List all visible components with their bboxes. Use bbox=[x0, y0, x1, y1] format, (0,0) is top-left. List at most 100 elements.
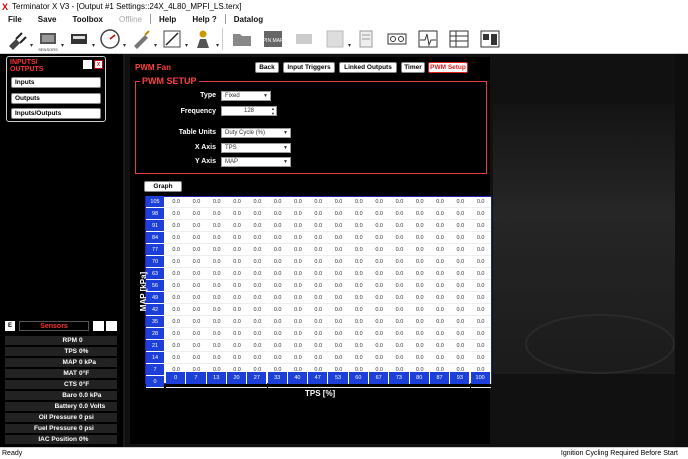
table-cell[interactable]: 0.0 bbox=[409, 268, 430, 280]
table-cell[interactable]: 0.0 bbox=[470, 196, 491, 208]
x-axis-cell[interactable]: 0 bbox=[166, 372, 187, 384]
table-cell[interactable]: 0.0 bbox=[450, 196, 471, 208]
table-cell[interactable]: 0.0 bbox=[247, 304, 268, 316]
table-cell[interactable]: 0.0 bbox=[409, 328, 430, 340]
table-cell[interactable]: 0.0 bbox=[328, 232, 349, 244]
table-cell[interactable]: 0.0 bbox=[186, 256, 207, 268]
table-cell[interactable]: 0.0 bbox=[287, 208, 309, 220]
table-cell[interactable]: 0.0 bbox=[450, 352, 471, 364]
table-cell[interactable]: 0.0 bbox=[267, 208, 288, 220]
table-cell[interactable]: 0.0 bbox=[450, 244, 471, 256]
table-cell[interactable]: 0.0 bbox=[348, 340, 369, 352]
toolbar-blank-button[interactable]: ▾ bbox=[321, 27, 351, 51]
table-cell[interactable]: 0.0 bbox=[308, 196, 329, 208]
table-cell[interactable]: 0.0 bbox=[429, 244, 451, 256]
table-cell[interactable]: 0.0 bbox=[470, 220, 491, 232]
table-units-select[interactable]: Duty Cycle (%) ▼ bbox=[221, 128, 291, 138]
table-cell[interactable]: 0.0 bbox=[267, 340, 288, 352]
table-cell[interactable]: 0.0 bbox=[409, 292, 430, 304]
table-cell[interactable]: 0.0 bbox=[267, 316, 288, 328]
right-scroll-area[interactable] bbox=[675, 54, 688, 447]
table-cell[interactable]: 0.0 bbox=[470, 292, 491, 304]
table-cell[interactable]: 0.0 bbox=[166, 220, 187, 232]
y-axis-cell[interactable]: 49 bbox=[146, 292, 164, 304]
table-cell[interactable]: 0.0 bbox=[226, 232, 248, 244]
table-cell[interactable]: 0.0 bbox=[267, 244, 288, 256]
table-cell[interactable]: 0.0 bbox=[348, 256, 369, 268]
table-cell[interactable]: 0.0 bbox=[369, 328, 390, 340]
table-cell[interactable]: 0.0 bbox=[287, 268, 309, 280]
table-cell[interactable]: 0.0 bbox=[328, 292, 349, 304]
table-cell[interactable]: 0.0 bbox=[450, 268, 471, 280]
menu-help[interactable]: Help bbox=[151, 15, 184, 24]
table-cell[interactable]: 0.0 bbox=[389, 256, 410, 268]
table-cell[interactable]: 0.0 bbox=[369, 244, 390, 256]
table-cell[interactable]: 0.0 bbox=[186, 244, 207, 256]
table-cell[interactable]: 0.0 bbox=[166, 352, 187, 364]
table-cell[interactable]: 0.0 bbox=[328, 208, 349, 220]
toolbar-driver-button[interactable]: ▾ bbox=[189, 27, 219, 51]
outputs-button[interactable]: Outputs bbox=[11, 93, 101, 104]
table-cell[interactable]: 0.0 bbox=[348, 352, 369, 364]
x-axis-cell[interactable]: 87 bbox=[429, 372, 451, 384]
table-cell[interactable]: 0.0 bbox=[186, 208, 207, 220]
table-cell[interactable]: 0.0 bbox=[206, 232, 227, 244]
table-cell[interactable]: 0.0 bbox=[450, 304, 471, 316]
table-cell[interactable]: 0.0 bbox=[267, 256, 288, 268]
table-cell[interactable]: 0.0 bbox=[226, 256, 248, 268]
table-cell[interactable]: 0.0 bbox=[287, 244, 309, 256]
table-cell[interactable]: 0.0 bbox=[389, 280, 410, 292]
table-cell[interactable]: 0.0 bbox=[470, 256, 491, 268]
table-cell[interactable]: 0.0 bbox=[226, 244, 248, 256]
table-cell[interactable]: 0.0 bbox=[166, 244, 187, 256]
table-cell[interactable]: 0.0 bbox=[206, 328, 227, 340]
y-axis-cell[interactable]: 0 bbox=[146, 376, 164, 388]
table-cell[interactable]: 0.0 bbox=[409, 352, 430, 364]
table-cell[interactable]: 0.0 bbox=[226, 268, 248, 280]
table-cell[interactable]: 0.0 bbox=[247, 244, 268, 256]
table-cell[interactable]: 0.0 bbox=[287, 232, 309, 244]
table-cell[interactable]: 0.0 bbox=[267, 232, 288, 244]
x-axis-cell[interactable]: 33 bbox=[267, 372, 288, 384]
table-cell[interactable]: 0.0 bbox=[206, 268, 227, 280]
table-cell[interactable]: 0.0 bbox=[429, 292, 451, 304]
toolbar-notes-button[interactable] bbox=[352, 27, 380, 51]
table-cell[interactable]: 0.0 bbox=[186, 196, 207, 208]
table-cell[interactable]: 0.0 bbox=[429, 232, 451, 244]
table-cell[interactable]: 0.0 bbox=[166, 292, 187, 304]
table-cell[interactable]: 0.0 bbox=[308, 244, 329, 256]
table-cell[interactable]: 0.0 bbox=[429, 280, 451, 292]
table-cell[interactable]: 0.0 bbox=[450, 316, 471, 328]
table-cell[interactable]: 0.0 bbox=[470, 340, 491, 352]
table-cell[interactable]: 0.0 bbox=[186, 316, 207, 328]
y-axis-select[interactable]: MAP ▼ bbox=[221, 157, 291, 167]
table-cell[interactable]: 0.0 bbox=[348, 316, 369, 328]
table-cell[interactable]: 0.0 bbox=[308, 304, 329, 316]
table-cell[interactable]: 0.0 bbox=[348, 196, 369, 208]
table-cell[interactable]: 0.0 bbox=[348, 292, 369, 304]
table-cell[interactable]: 0.0 bbox=[287, 304, 309, 316]
table-cell[interactable]: 0.0 bbox=[348, 220, 369, 232]
x-axis-cell[interactable]: 60 bbox=[348, 372, 369, 384]
table-cell[interactable]: 0.0 bbox=[470, 304, 491, 316]
x-axis-cell[interactable]: 40 bbox=[287, 372, 309, 384]
y-axis-cell[interactable]: 28 bbox=[146, 328, 164, 340]
table-cell[interactable]: 0.0 bbox=[369, 268, 390, 280]
table-cell[interactable]: 0.0 bbox=[166, 304, 187, 316]
y-axis-cell[interactable]: 7 bbox=[146, 364, 164, 376]
frequency-stepper[interactable]: 128 ▲ ▼ bbox=[221, 106, 277, 116]
table-cell[interactable]: 0.0 bbox=[287, 280, 309, 292]
table-cell[interactable]: 0.0 bbox=[409, 280, 430, 292]
table-cell[interactable]: 0.0 bbox=[429, 208, 451, 220]
table-cell[interactable]: 0.0 bbox=[166, 208, 187, 220]
table-cell[interactable]: 0.0 bbox=[186, 268, 207, 280]
table-cell[interactable]: 0.0 bbox=[226, 220, 248, 232]
table-cell[interactable]: 0.0 bbox=[247, 340, 268, 352]
table-cell[interactable]: 0.0 bbox=[287, 328, 309, 340]
table-cell[interactable]: 0.0 bbox=[308, 292, 329, 304]
nav-timer-button[interactable]: Timer bbox=[401, 62, 425, 73]
table-cell[interactable]: 0.0 bbox=[369, 304, 390, 316]
table-cell[interactable]: 0.0 bbox=[308, 256, 329, 268]
table-cell[interactable]: 0.0 bbox=[328, 256, 349, 268]
toolbar-disabled-button[interactable] bbox=[290, 27, 318, 51]
